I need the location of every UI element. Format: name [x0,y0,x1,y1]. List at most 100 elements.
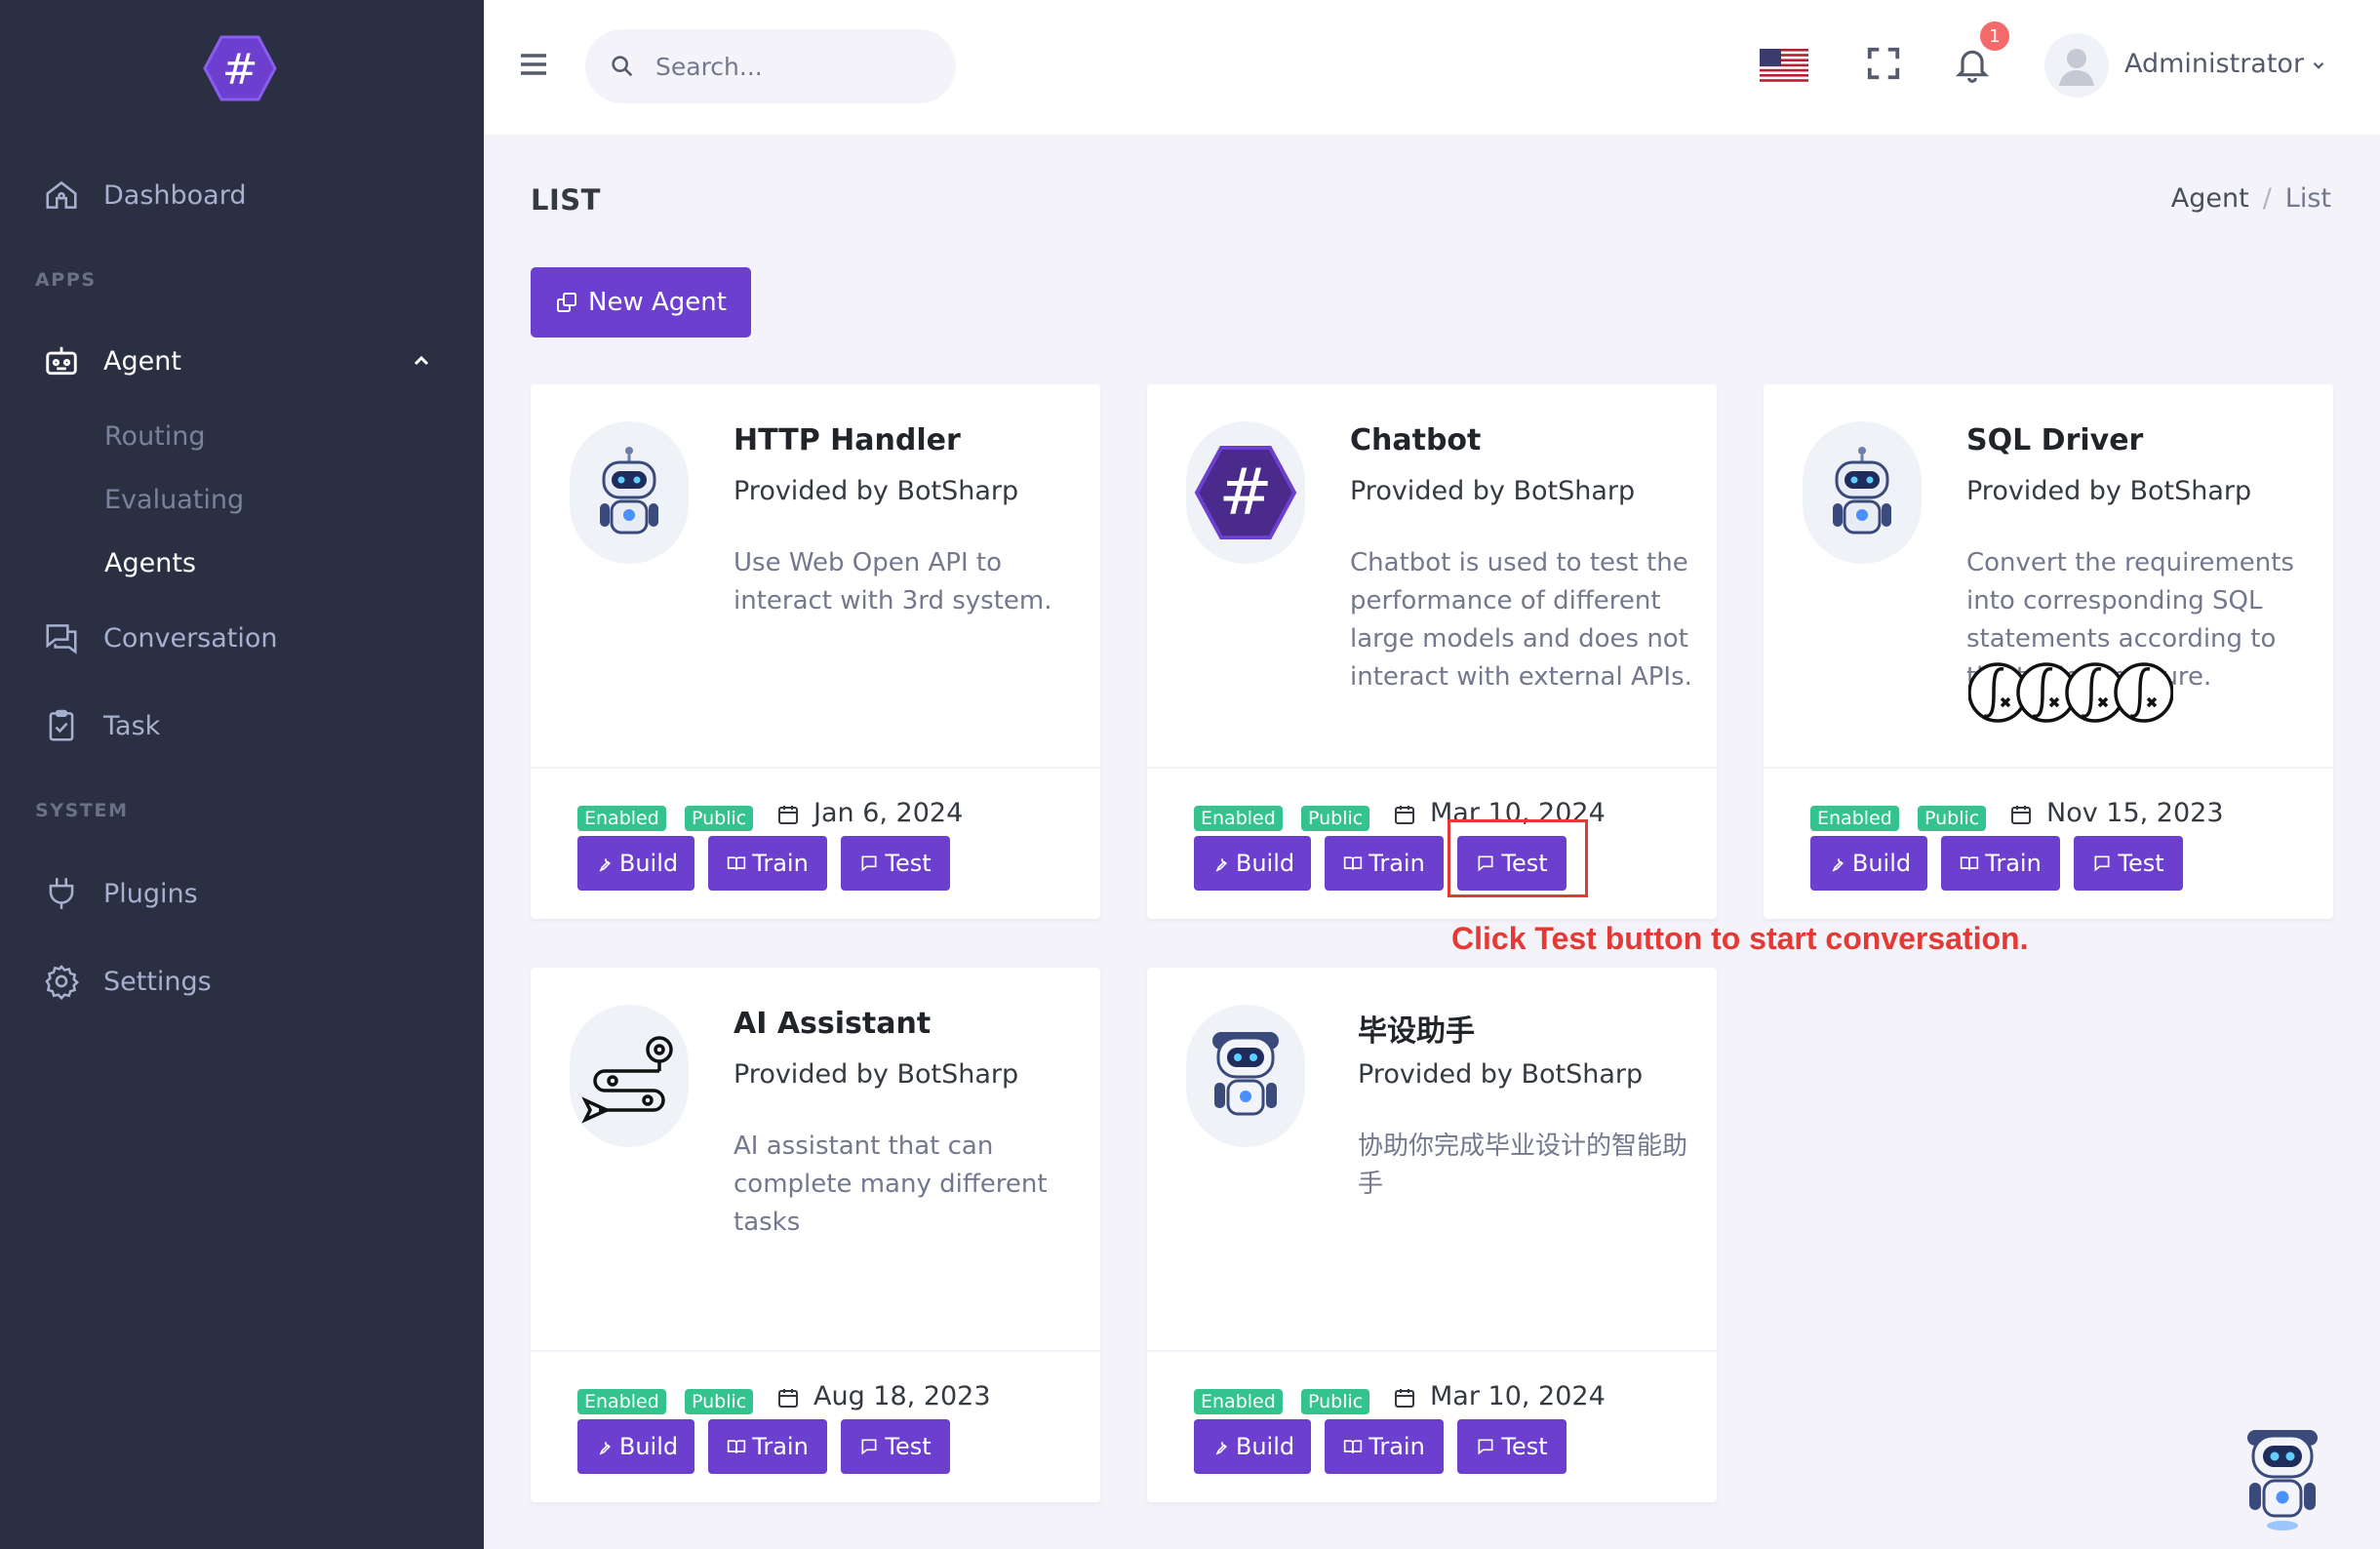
user-name: Administrator [2124,49,2305,79]
robot-icon [46,346,77,376]
visibility-badge: Public [1301,1389,1370,1414]
test-button[interactable]: Test [841,1419,950,1474]
build-button[interactable]: Build [1810,836,1927,891]
build-button[interactable]: Build [1194,836,1311,891]
test-button[interactable]: Test [1457,1419,1567,1474]
build-label: Build [1235,1433,1295,1460]
wrench-icon [599,858,611,872]
train-label: Train [752,1433,809,1460]
gear-icon [45,965,80,1000]
chevron-down-icon [2313,61,2324,69]
robot-avatar-icon [570,421,689,564]
sidebar-item-conversation[interactable]: Conversation [0,609,484,667]
breadcrumb-link-agent[interactable]: Agent [2171,183,2249,214]
route-map-avatar-icon [570,1005,689,1147]
chat-bubble-icon [2094,855,2110,872]
status-badge: Enabled [1194,806,1283,831]
sidebar-subitem-routing[interactable]: Routing [104,421,206,452]
function-symbols-overlay-icon [1968,662,2173,723]
page-title: LIST [531,183,601,217]
train-button[interactable]: Train [708,1419,827,1474]
test-label: Test [885,850,932,877]
book-open-icon [1344,856,1363,870]
hamburger-menu-icon[interactable] [519,50,548,79]
wrench-icon [599,1442,611,1455]
train-label: Train [1368,1433,1425,1460]
botsharp-logo[interactable]: # [203,35,277,101]
test-label: Test [2118,850,2164,877]
search-box [585,29,956,103]
test-button[interactable]: Test [2074,836,2183,891]
calendar-icon [778,1389,798,1408]
visibility-badge: Public [1301,806,1370,831]
breadcrumb-separator: / [2262,183,2272,214]
avatar [2044,33,2109,98]
chat-bubble-icon [861,1439,877,1455]
sidebar-item-agent[interactable]: Agent [0,332,484,390]
build-label: Build [618,1433,679,1460]
build-button[interactable]: Build [577,1419,694,1474]
sidebar-item-dashboard[interactable]: Dashboard [0,166,484,224]
sidebar-subitem-agents[interactable]: Agents [104,548,196,578]
agent-provider: Provided by BotSharp [734,1059,1019,1090]
book-open-icon [728,1440,746,1453]
test-label: Test [1501,1433,1548,1460]
agent-description: 协助你完成毕业设计的智能助手 [1358,1132,1688,1199]
section-title-apps: APPS [35,269,97,291]
new-agent-button[interactable]: New Agent [531,267,751,338]
test-button[interactable]: Test [841,836,950,891]
visibility-badge: Public [685,806,754,831]
train-button[interactable]: Train [708,836,827,891]
sidebar-label: Plugins [103,878,198,909]
search-icon [612,56,633,77]
agent-date: Nov 15, 2023 [2046,798,2224,828]
calendar-icon [778,806,798,824]
train-label: Train [1985,850,2042,877]
chatbot-launcher-robot-icon[interactable] [2234,1414,2331,1533]
us-flag-icon[interactable] [1760,49,1808,82]
wrench-icon [1215,1442,1227,1455]
agent-provider: Provided by BotSharp [1358,1059,1644,1090]
build-button[interactable]: Build [1194,1419,1311,1474]
agent-provider: Provided by BotSharp [1966,476,2252,506]
annotation-text: Click Test button to start conversation. [1451,921,2029,956]
chevron-up-icon [414,355,429,366]
train-button[interactable]: Train [1941,836,2060,891]
chat-bubble-icon [861,855,877,872]
card-divider [1147,767,1717,769]
sidebar-item-plugins[interactable]: Plugins [0,864,484,923]
train-button[interactable]: Train [1325,836,1444,891]
wrench-icon [1832,858,1844,872]
calendar-icon [2011,806,2031,824]
train-button[interactable]: Train [1325,1419,1444,1474]
fullscreen-icon[interactable] [1865,45,1902,82]
sidebar-label: Task [103,710,161,741]
book-open-icon [1344,1440,1363,1453]
sidebar-item-task[interactable]: Task [0,696,484,755]
user-menu[interactable]: Administrator [2044,31,2347,99]
section-title-system: SYSTEM [35,800,129,821]
chat-icon [46,624,77,655]
build-label: Build [618,850,679,877]
bell-icon[interactable] [1953,43,1992,84]
botsharp-avatar-icon: # [1186,421,1305,564]
search-input[interactable] [655,47,938,86]
agent-name: 毕设助手 [1358,1014,1475,1049]
sidebar-item-settings[interactable]: Settings [0,952,484,1011]
build-button[interactable]: Build [577,836,694,891]
breadcrumb-current: List [2284,183,2331,214]
calendar-icon [1395,806,1414,824]
card-divider [1764,767,2333,769]
new-agent-label: New Agent [588,288,727,317]
train-label: Train [752,850,809,877]
agent-date: Jan 6, 2024 [813,798,964,828]
agent-description: AI assistant that can complete many diff… [734,1132,1048,1237]
status-badge: Enabled [1194,1389,1283,1414]
agent-name: HTTP Handler [734,423,961,457]
card-divider [531,1350,1100,1352]
sidebar-subitem-evaluating[interactable]: Evaluating [104,485,244,515]
agent-provider: Provided by BotSharp [1350,476,1636,506]
wrench-icon [1215,858,1227,872]
sidebar-label: Dashboard [103,179,247,211]
status-badge: Enabled [1810,806,1899,831]
